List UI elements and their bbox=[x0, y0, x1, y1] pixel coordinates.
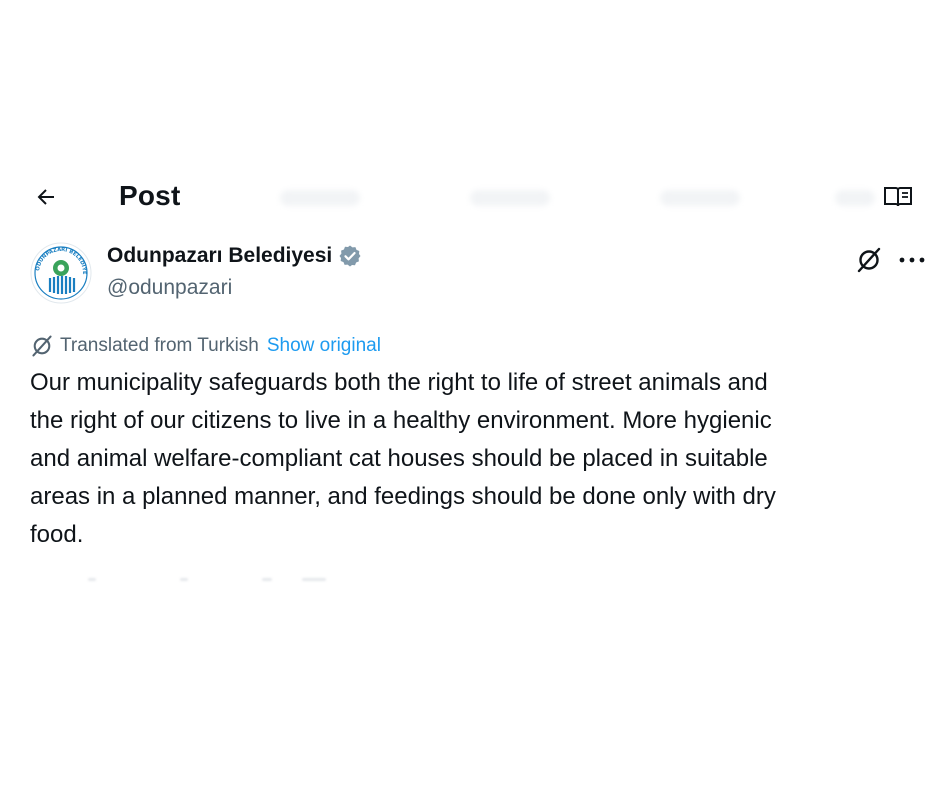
author-handle[interactable]: @odunpazari bbox=[107, 276, 232, 300]
avatar[interactable]: ODUNPAZARI BELEDİYESİ bbox=[30, 242, 92, 304]
more-options-button[interactable] bbox=[892, 242, 932, 278]
blurred-tab bbox=[470, 190, 550, 206]
top-bar: Post bbox=[0, 170, 940, 224]
blurred-tab bbox=[835, 190, 875, 206]
translation-notice: Translated from Turkish Show original bbox=[30, 332, 381, 360]
grok-icon bbox=[857, 247, 881, 273]
show-original-link[interactable]: Show original bbox=[267, 335, 381, 357]
post-text: Our municipality safeguards both the rig… bbox=[30, 369, 776, 548]
faded-content bbox=[30, 578, 350, 586]
back-button[interactable] bbox=[26, 179, 66, 215]
reader-mode-icon bbox=[884, 187, 912, 207]
municipality-logo-icon: ODUNPAZARI BELEDİYESİ bbox=[30, 242, 92, 304]
blurred-tab bbox=[660, 190, 740, 206]
grok-button[interactable] bbox=[851, 242, 887, 278]
arrow-left-icon bbox=[37, 189, 54, 205]
more-dots-icon bbox=[899, 257, 925, 263]
blurred-tab bbox=[280, 190, 360, 206]
verified-badge-icon bbox=[339, 245, 361, 267]
reader-mode-button[interactable] bbox=[880, 182, 916, 212]
grok-translate-icon bbox=[32, 335, 52, 357]
post-author: ODUNPAZARI BELEDİYESİ Odunpazarı Belediy… bbox=[0, 238, 940, 308]
author-name-text: Odunpazarı Belediyesi bbox=[107, 244, 333, 267]
author-name[interactable]: Odunpazarı Belediyesi bbox=[107, 244, 362, 268]
page-title: Post bbox=[119, 180, 181, 211]
translation-label: Translated from Turkish bbox=[60, 335, 259, 356]
